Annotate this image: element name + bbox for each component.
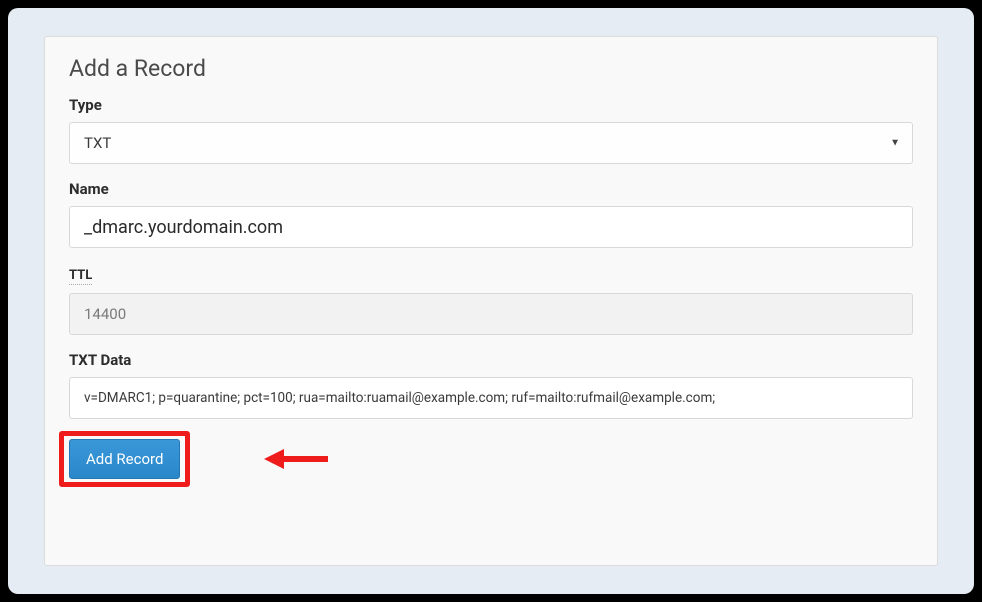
add-record-button[interactable]: Add Record — [69, 439, 180, 479]
type-select[interactable]: TXT ▼ — [69, 122, 913, 164]
type-select-value: TXT — [84, 134, 111, 152]
form-group-txt-data: TXT Data — [69, 351, 913, 419]
panel-title: Add a Record — [69, 55, 913, 82]
chevron-down-icon: ▼ — [890, 138, 900, 149]
ttl-label: TTL — [69, 268, 92, 285]
txt-data-input[interactable] — [69, 377, 913, 419]
ttl-input[interactable] — [69, 293, 913, 335]
arrow-left-icon — [264, 446, 328, 472]
name-label: Name — [69, 180, 913, 198]
add-record-panel: Add a Record Type TXT ▼ Name TTL TXT Dat… — [44, 36, 938, 566]
type-label: Type — [69, 96, 913, 114]
form-group-ttl: TTL — [69, 264, 913, 335]
form-group-name: Name — [69, 180, 913, 248]
txt-data-label: TXT Data — [69, 351, 913, 369]
add-record-button-wrap: Add Record — [69, 439, 180, 479]
name-input[interactable] — [69, 206, 913, 248]
form-group-type: Type TXT ▼ — [69, 96, 913, 164]
